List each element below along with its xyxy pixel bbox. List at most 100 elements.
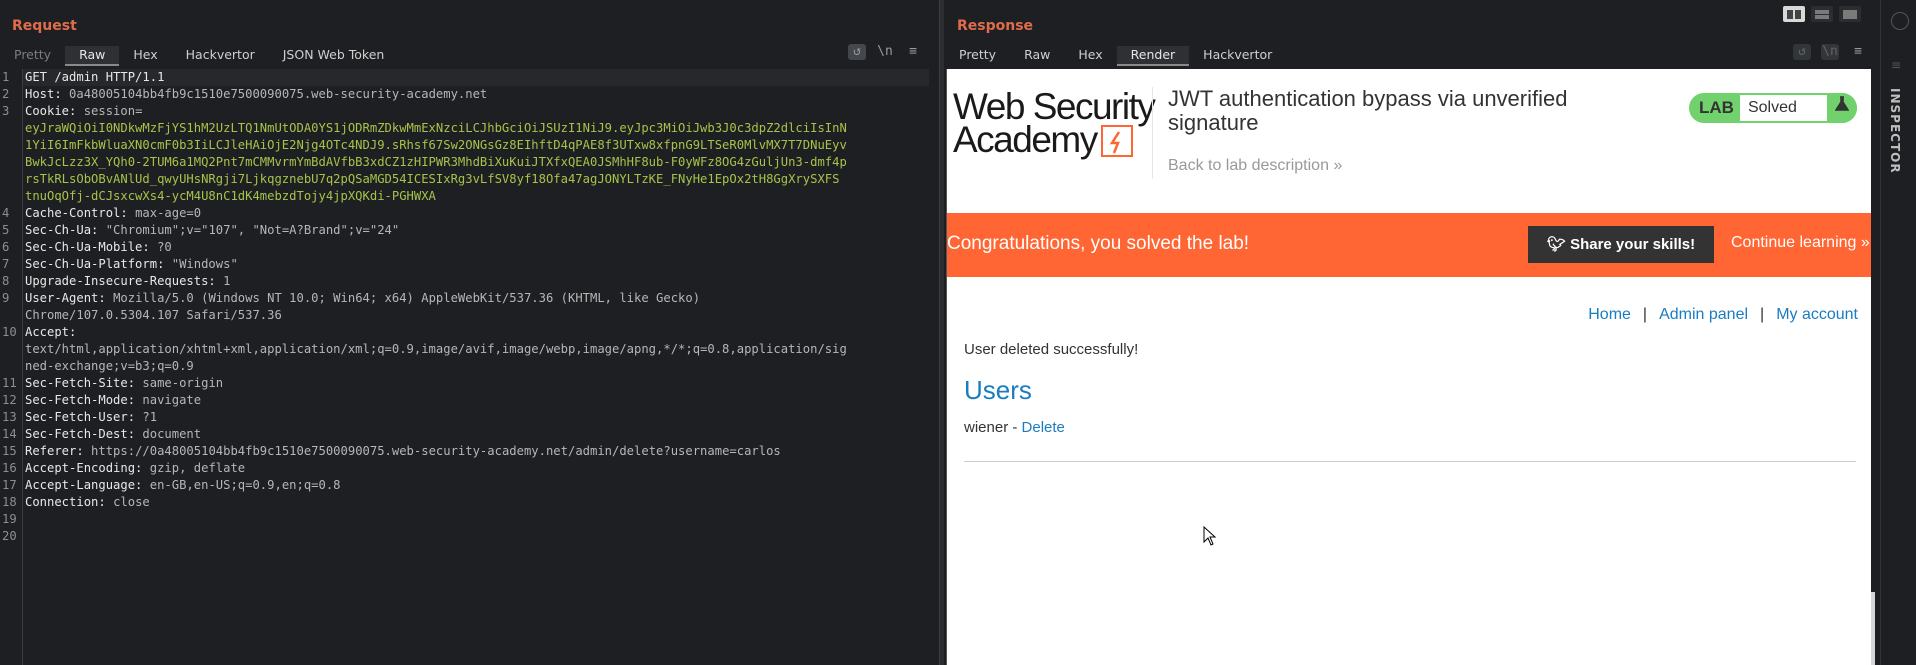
code-line: Referer: https://0a48005104bb4fb9c1510e7… <box>25 443 781 460</box>
code-line: Connection: close <box>25 494 150 511</box>
line-number: 1 <box>2 70 10 84</box>
request-tab-hackvertor[interactable]: Hackvertor <box>172 46 269 66</box>
mouse-cursor-icon <box>1203 526 1217 546</box>
nav-my-account[interactable]: My account <box>1776 306 1858 323</box>
code-line: ned-exchange;v=b3;q=0.9 <box>25 358 194 375</box>
line-number: 9 <box>2 291 10 305</box>
code-line: Sec-Fetch-Mode: navigate <box>25 392 201 409</box>
header-name: Upgrade-Insecure-Requests: <box>25 274 224 288</box>
code-line: Sec-Ch-Ua-Platform: "Windows" <box>25 256 238 273</box>
header-name: GET /admin HTTP/1.1 <box>25 70 165 84</box>
newline-toggle[interactable]: \n <box>876 44 894 60</box>
inspector-tab[interactable]: INSPECTOR <box>1888 88 1902 174</box>
header-name: Sec-Fetch-Mode: <box>25 393 143 407</box>
settings-icon[interactable] <box>1891 12 1909 30</box>
menu-icon[interactable]: ≡ <box>1849 44 1867 60</box>
code-line: Accept: <box>25 324 84 341</box>
request-tab-hex[interactable]: Hex <box>119 46 171 66</box>
wrap-icon[interactable]: ↺ <box>848 44 866 60</box>
header-name: Sec-Fetch-Dest: <box>25 427 143 441</box>
layout-stacked-icon[interactable] <box>1811 6 1833 22</box>
request-tab-raw[interactable]: Raw <box>65 46 120 66</box>
code-line: rsTkRLsObOBvANlUd_qwyUHsNRgji7LjkqgznebU… <box>25 171 839 188</box>
code-line: Sec-Fetch-Site: same-origin <box>25 375 223 392</box>
flask-icon <box>1826 93 1857 123</box>
users-heading: Users <box>964 375 1032 405</box>
line-number: 4 <box>2 206 10 220</box>
line-number: 10 <box>2 325 17 339</box>
logo-line-2-wrap: Academy <box>953 121 1154 158</box>
jwt-token: tnuOqOfj-dCJsxcwXs4-ycM4U8nC1dK4mebzdToj… <box>25 189 436 203</box>
code-line: Accept-Language: en-GB,en-US;q=0.9,en;q=… <box>25 477 341 494</box>
header-value: close <box>113 495 150 509</box>
header-value: text/html,application/xhtml+xml,applicat… <box>25 342 847 356</box>
layout-tabs-icon[interactable] <box>1839 6 1861 22</box>
nav-admin-panel[interactable]: Admin panel <box>1659 306 1748 323</box>
wrap-icon[interactable]: ↺ <box>1793 44 1811 60</box>
lab-label: LAB <box>1699 98 1734 117</box>
response-tabs: Pretty Raw Hex Render Hackvertor <box>945 46 1286 66</box>
response-tab-hackvertor[interactable]: Hackvertor <box>1189 46 1286 66</box>
header-value: document <box>142 427 202 441</box>
code-line: Sec-Fetch-Dest: document <box>25 426 201 443</box>
lab-title: JWT authentication bypass via unverified… <box>1168 86 1568 135</box>
response-tab-raw[interactable]: Raw <box>1010 46 1064 66</box>
code-line: Chrome/107.0.5304.107 Safari/537.36 <box>25 307 282 324</box>
line-number: 19 <box>2 512 17 526</box>
line-number: 3 <box>2 104 10 118</box>
header-name: Host: <box>25 87 70 101</box>
line-number: 15 <box>2 444 17 458</box>
scrollbar-thumb[interactable] <box>1871 592 1875 665</box>
continue-learning-link[interactable]: Continue learning » <box>1731 234 1870 252</box>
menu-icon[interactable]: ≡ <box>904 44 922 60</box>
nav-separator: | <box>1760 306 1765 323</box>
header-value: https://0a48005104bb4fb9c1510e7500090075… <box>91 444 781 458</box>
header-value: Chrome/107.0.5304.107 Safari/537.36 <box>25 308 282 322</box>
header-name: Connection: <box>25 495 114 509</box>
code-line: Accept-Encoding: gzip, deflate <box>25 460 245 477</box>
congrats-text: Congratulations, you solved the lab! <box>947 233 1250 254</box>
response-tab-render[interactable]: Render <box>1116 46 1190 66</box>
header-name: Accept-Encoding: <box>25 461 150 475</box>
top-nav: Home | Admin panel | My account <box>1588 306 1858 324</box>
jwt-token: rsTkRLsObOBvANlUd_qwyUHsNRgji7LjkqgznebU… <box>25 172 840 186</box>
code-line: Cookie: session= <box>25 103 142 120</box>
response-scrollbar[interactable] <box>1871 69 1875 665</box>
code-line: tnuOqOfj-dCJsxcwXs4-ycM4U8nC1dK4mebzdToj… <box>25 188 436 205</box>
status-message: User deleted successfully! <box>964 341 1139 358</box>
newline-toggle[interactable]: \n <box>1821 44 1839 60</box>
layout-switcher <box>1783 6 1861 22</box>
line-number: 14 <box>2 427 17 441</box>
line-number: 13 <box>2 410 17 424</box>
code-line: text/html,application/xhtml+xml,applicat… <box>25 341 847 358</box>
code-line: 1YiI6ImFkbWluaXN0cmF0b3IiLCJleHAiOjE2Njg… <box>25 137 847 154</box>
jwt-token: BwkJcLzz3X_YQh0-2TUM6a1MQ2Pnt7mCMMvrmYmB… <box>25 155 847 169</box>
lab-status: Solved <box>1739 95 1827 121</box>
line-number: 17 <box>2 478 17 492</box>
continue-label: Continue learning <box>1731 234 1857 251</box>
header-value: ?1 <box>142 410 158 424</box>
request-title: Request <box>12 18 77 34</box>
layout-side-by-side-icon[interactable] <box>1783 6 1805 22</box>
request-toolbar: ↺ \n ≡ <box>848 44 922 60</box>
solved-banner: Congratulations, you solved the lab! 🐦︎ … <box>947 213 1872 277</box>
request-tab-pretty[interactable]: Pretty <box>0 46 65 66</box>
line-number: 8 <box>2 274 10 288</box>
share-skills-button[interactable]: 🐦︎ Share your skills! <box>1528 226 1714 263</box>
panel-splitter[interactable] <box>939 0 944 665</box>
header-name: Sec-Ch-Ua-Mobile: <box>25 240 158 254</box>
nav-home[interactable]: Home <box>1588 306 1631 323</box>
delete-user-link[interactable]: Delete <box>1022 419 1065 436</box>
code-line: User-Agent: Mozilla/5.0 (Windows NT 10.0… <box>25 290 700 307</box>
jwt-token: 1YiI6ImFkbWluaXN0cmF0b3IiLCJleHAiOjE2Njg… <box>25 138 847 152</box>
header-value: same-origin <box>142 376 224 390</box>
request-tab-json-web-token[interactable]: JSON Web Token <box>269 46 399 66</box>
response-tab-hex[interactable]: Hex <box>1064 46 1116 66</box>
response-tab-pretty[interactable]: Pretty <box>945 46 1010 66</box>
line-number: 11 <box>2 376 17 390</box>
jwt-token: eyJraWQiOiI0NDkwMzFjYS1hM2UzLTQ1NmUtODA0… <box>25 121 847 135</box>
header-value: gzip, deflate <box>149 461 246 475</box>
list-icon[interactable]: ≡ <box>1891 58 1901 72</box>
back-to-lab-link[interactable]: Back to lab description » <box>1168 157 1342 175</box>
request-editor[interactable]: 1 2 3 4 5 6 7 8 9 10 11 12 13 14 15 16 17 18 19 20 GET /adm… <box>0 69 929 665</box>
